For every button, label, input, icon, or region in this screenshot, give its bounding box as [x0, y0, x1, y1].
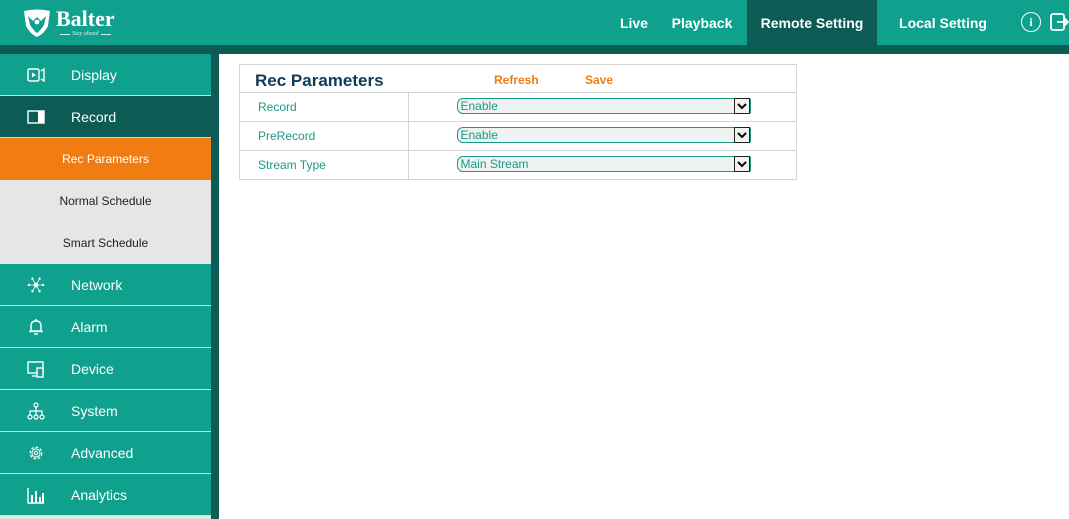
gear-icon — [27, 444, 45, 462]
logout-icon[interactable] — [1049, 12, 1069, 32]
sidebar-item-display[interactable]: Display — [0, 54, 211, 96]
sidebar-item-advanced[interactable]: Advanced — [0, 432, 211, 474]
record-label: Record — [240, 92, 409, 122]
shield-icon — [24, 9, 50, 37]
info-glyph: i — [1029, 14, 1033, 29]
record-icon — [27, 108, 45, 126]
table-row: PreRecord Enable — [240, 121, 796, 151]
stream-type-select[interactable]: Main Stream — [456, 156, 751, 172]
bar-chart-icon — [27, 486, 45, 504]
chevron-down-icon[interactable] — [733, 156, 750, 172]
stream-type-select-value: Main Stream — [460, 157, 529, 171]
bell-icon — [27, 318, 45, 336]
display-icon — [27, 66, 45, 84]
table-row: Stream Type Main Stream — [240, 150, 796, 180]
device-icon — [27, 360, 45, 378]
sidebar-item-label: Record — [71, 108, 117, 125]
sidebar-item-label: Network — [71, 276, 123, 293]
sidebar-item-label: Display — [71, 66, 117, 83]
chevron-down-icon[interactable] — [733, 98, 750, 114]
sidebar-subitem-normal-schedule[interactable]: Normal Schedule — [0, 180, 211, 222]
record-select-value: Enable — [460, 99, 498, 113]
sidebar: Display Record Rec Parameters Normal Sch… — [0, 54, 219, 519]
brand-tagline: Stay ahead — [58, 30, 115, 38]
top-bar: Balter Stay ahead Live Playback Remote S… — [0, 0, 1069, 45]
sidebar-item-system[interactable]: System — [0, 390, 211, 432]
top-bar-divider — [0, 45, 1069, 54]
nav-playback[interactable]: Playback — [660, 0, 744, 45]
sidebar-item-device[interactable]: Device — [0, 348, 211, 390]
sidebar-item-label: Analytics — [71, 486, 128, 503]
sidebar-subitem-smart-schedule[interactable]: Smart Schedule — [0, 222, 211, 264]
refresh-button[interactable]: Refresh — [494, 73, 539, 87]
sidebar-item-label: Advanced — [71, 444, 134, 461]
chevron-down-icon[interactable] — [733, 127, 750, 143]
sidebar-item-record[interactable]: Record — [0, 96, 211, 138]
table-row: Record Enable — [240, 92, 796, 122]
info-icon[interactable]: i — [1021, 12, 1041, 32]
page-title: Rec Parameters — [255, 71, 384, 90]
prerecord-select[interactable]: Enable — [456, 127, 751, 143]
save-button[interactable]: Save — [585, 73, 613, 87]
sidebar-item-label: Device — [71, 360, 114, 377]
prerecord-select-value: Enable — [460, 128, 498, 142]
record-select[interactable]: Enable — [456, 98, 751, 114]
brand-logo: Balter Stay ahead — [21, 4, 115, 42]
nav-remote-setting[interactable]: Remote Setting — [747, 0, 877, 45]
sidebar-subitem-rec-parameters[interactable]: Rec Parameters — [0, 138, 211, 180]
sidebar-item-label: System — [71, 402, 118, 419]
sidebar-item-network[interactable]: Network — [0, 264, 211, 306]
network-icon — [27, 276, 45, 294]
stream-type-label: Stream Type — [240, 150, 409, 180]
sidebar-item-analytics[interactable]: Analytics — [0, 474, 211, 516]
sidebar-item-alarm[interactable]: Alarm — [0, 306, 211, 348]
nav-live[interactable]: Live — [610, 0, 658, 45]
sidebar-item-label: Alarm — [71, 318, 108, 335]
prerecord-label: PreRecord — [240, 121, 409, 151]
nav-local-setting[interactable]: Local Setting — [880, 0, 1006, 45]
system-icon — [27, 401, 45, 420]
brand-name: Balter — [56, 6, 115, 31]
parameters-table: Record Enable PreRecord Enable Stream Ty… — [240, 92, 796, 180]
rec-parameters-panel: Rec Parameters Refresh Save Record Enabl… — [239, 64, 797, 180]
